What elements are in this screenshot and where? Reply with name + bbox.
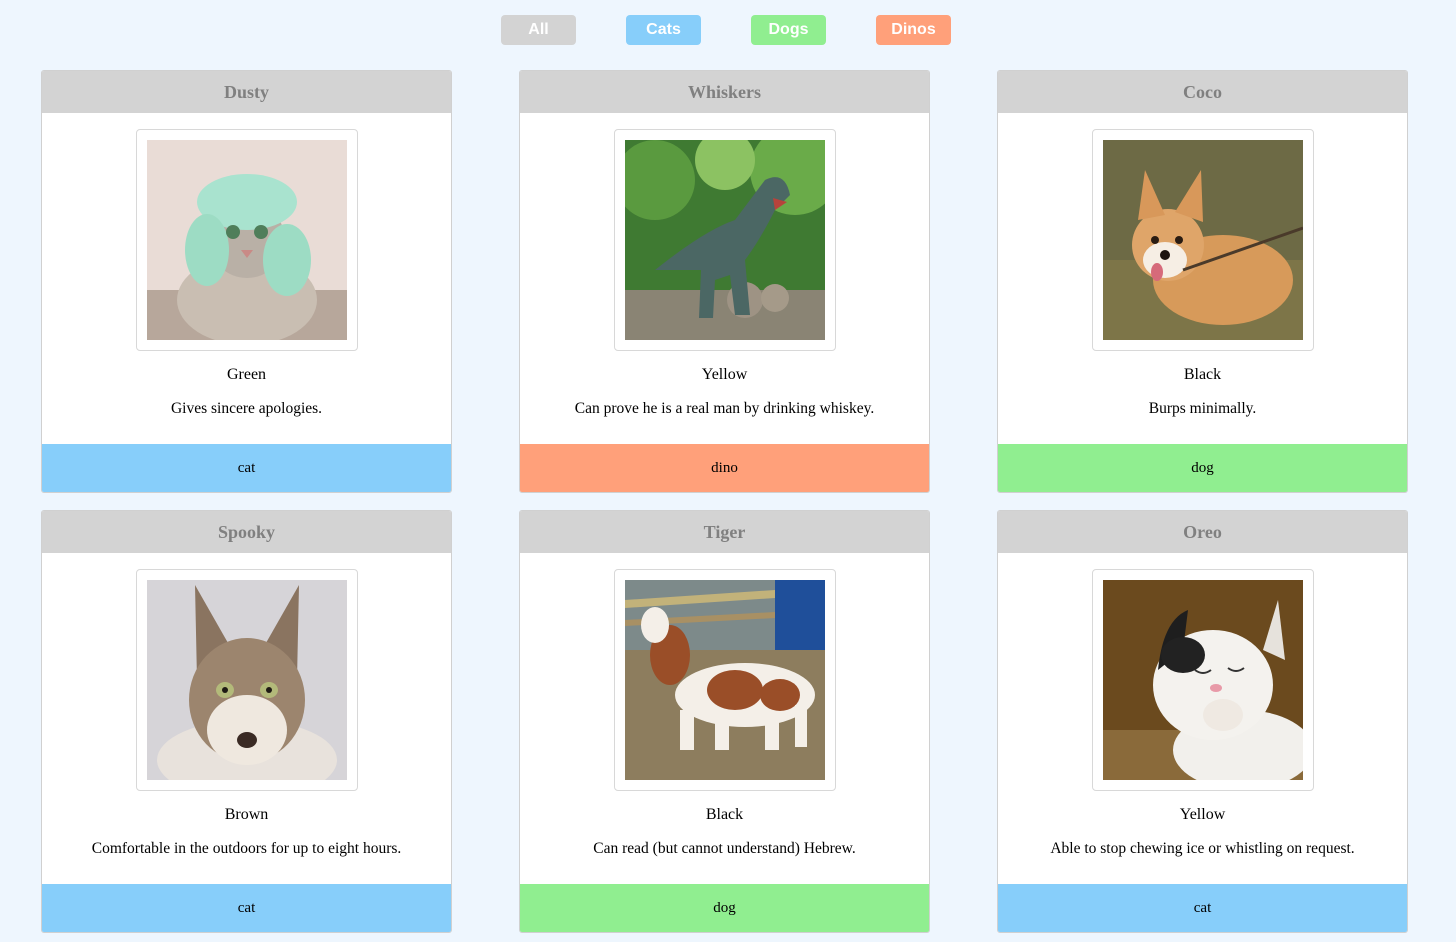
pet-description: Burps minimally. <box>1148 400 1257 417</box>
species-badge: cat <box>42 444 451 492</box>
photo-frame <box>1092 129 1314 351</box>
filter-bar: All Cats Dogs Dinos <box>0 15 1456 45</box>
pet-description: Can read (but cannot understand) Hebrew. <box>593 840 856 857</box>
dog-photo-icon <box>1103 140 1303 340</box>
pet-card: Spooky Brown Comfortable in the outdoors… <box>41 510 452 933</box>
pet-name: Oreo <box>998 511 1407 553</box>
filter-cats-button[interactable]: Cats <box>626 15 701 45</box>
pet-description: Gives sincere apologies. <box>170 400 323 417</box>
pet-name: Coco <box>998 71 1407 113</box>
filter-dogs-button[interactable]: Dogs <box>751 15 826 45</box>
species-badge: dino <box>520 444 929 492</box>
pet-color: Black <box>705 806 744 823</box>
species-badge: dog <box>998 444 1407 492</box>
pet-description: Comfortable in the outdoors for up to ei… <box>91 840 402 857</box>
cat-photo-icon <box>147 580 347 780</box>
pet-card: Dusty Green Gives sincere apologies. cat <box>41 70 452 493</box>
pet-color: Yellow <box>701 366 748 383</box>
filter-all-button[interactable]: All <box>501 15 576 45</box>
pet-color: Brown <box>224 806 269 823</box>
pet-color: Yellow <box>1179 806 1226 823</box>
photo-frame <box>1092 569 1314 791</box>
pet-description: Can prove he is a real man by drinking w… <box>574 400 875 417</box>
pet-card: Whiskers Yellow Can prove he is a real m… <box>519 70 930 493</box>
photo-frame <box>136 569 358 791</box>
species-badge: cat <box>42 884 451 932</box>
photo-frame <box>614 129 836 351</box>
pet-name: Spooky <box>42 511 451 553</box>
species-badge: cat <box>998 884 1407 932</box>
species-badge: dog <box>520 884 929 932</box>
dino-photo-icon <box>625 140 825 340</box>
pet-description: Able to stop chewing ice or whistling on… <box>1050 840 1355 857</box>
pet-color: Black <box>1183 366 1222 383</box>
pet-card: Coco Black Burps minimally. dog <box>997 70 1408 493</box>
pet-name: Dusty <box>42 71 451 113</box>
pet-card: Tiger Black Can read (but cannot underst… <box>519 510 930 933</box>
pet-name: Whiskers <box>520 71 929 113</box>
cat-photo-icon <box>1103 580 1303 780</box>
filter-dinos-button[interactable]: Dinos <box>876 15 951 45</box>
photo-frame <box>614 569 836 791</box>
photo-frame <box>136 129 358 351</box>
pet-color: Green <box>226 366 267 383</box>
cat-photo-icon <box>147 140 347 340</box>
pet-name: Tiger <box>520 511 929 553</box>
pet-card: Oreo Yellow Able to stop chewing ice or … <box>997 510 1408 933</box>
dog-photo-icon <box>625 580 825 780</box>
